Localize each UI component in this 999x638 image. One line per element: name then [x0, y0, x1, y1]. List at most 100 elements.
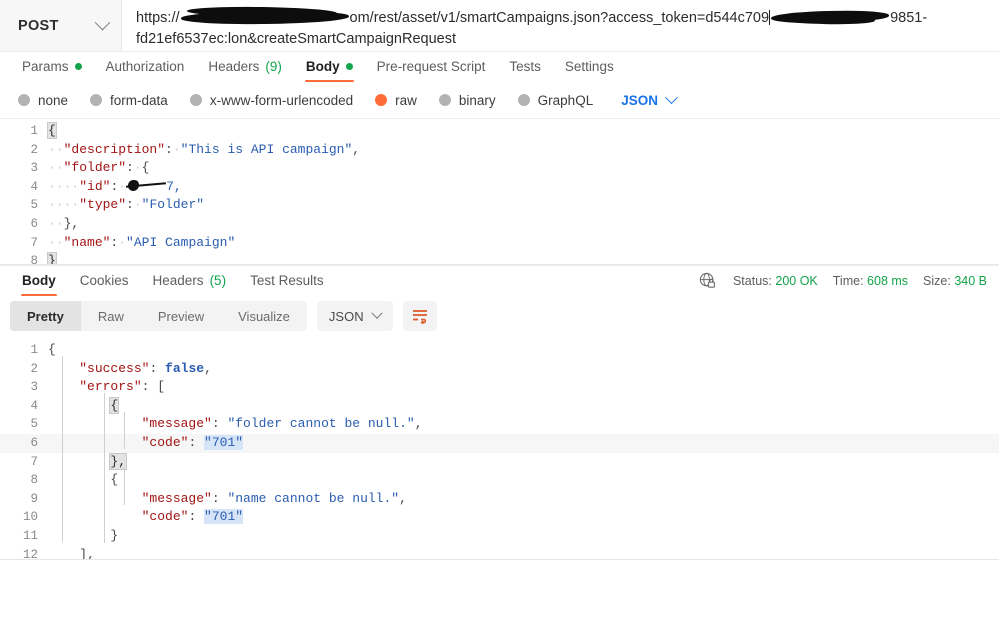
redaction-mark-folder-id [126, 179, 166, 192]
code-text: ··"name":·"API Campaign" [48, 234, 236, 250]
tab-pre-request-script[interactable]: Pre-request Script [365, 59, 498, 82]
code-text: ····"id":· 7, [48, 178, 182, 194]
tab-label: Tests [509, 59, 541, 74]
code-token: "message" [141, 490, 212, 506]
code-line: 7 }, [0, 452, 999, 472]
radio-icon [438, 94, 451, 106]
line-number: 4 [30, 398, 38, 413]
code-line: 2 ··"description":·"This is API campaign… [0, 141, 999, 160]
tab-label: Authorization [105, 59, 185, 74]
code-text: }, [48, 452, 999, 472]
code-token: 7, [166, 178, 182, 194]
url-input[interactable]: https:// om/rest/asset/v1/smartCampaigns.… [122, 0, 999, 51]
line-number: 10 [22, 510, 38, 525]
tab-tests[interactable]: Tests [497, 59, 553, 82]
view-pretty[interactable]: Pretty [10, 301, 81, 331]
response-body-editor[interactable]: 1 { 2 "success": false, 3 "errors": [ 4 … [0, 338, 999, 560]
indent-guide [124, 412, 125, 449]
line-number: 1 [30, 343, 38, 357]
code-token: ], [79, 546, 95, 560]
view-visualize[interactable]: Visualize [221, 301, 307, 331]
tab-body[interactable]: Body [294, 59, 365, 83]
request-tab-bar: Params Authorization Headers (9) Body Pr… [0, 52, 999, 83]
url-tail: 9851- [890, 10, 928, 26]
response-format-selector[interactable]: JSON [316, 301, 393, 331]
code-line: 6 "code": "701" [0, 433, 999, 453]
size-label: Size: [923, 273, 951, 288]
code-text: ], [48, 546, 999, 560]
view-raw[interactable]: Raw [81, 301, 141, 331]
body-type-form-data[interactable]: form-data [90, 93, 168, 108]
response-tab-body[interactable]: Body [10, 273, 68, 297]
code-text: "errors": [ [79, 379, 166, 395]
code-line: 3 "errors": [ [0, 378, 999, 397]
line-number: 9 [30, 491, 38, 506]
url-text: https:// om/rest/asset/v1/smartCampaigns.… [136, 8, 989, 50]
line-number: 7 [30, 235, 38, 250]
view-label: Raw [97, 308, 124, 324]
time-label: Time: [832, 273, 864, 288]
tab-authorization[interactable]: Authorization [94, 59, 197, 82]
tab-params[interactable]: Params [10, 59, 94, 82]
response-tab-test-results[interactable]: Test Results [238, 273, 336, 296]
radio-icon-selected [375, 94, 388, 106]
line-number: 7 [30, 454, 38, 469]
radio-icon [189, 94, 202, 106]
code-token: "API Campaign" [126, 234, 236, 250]
tab-headers[interactable]: Headers (9) [196, 59, 294, 82]
line-number: 6 [30, 216, 38, 231]
code-token: "701" [204, 434, 244, 450]
code-line: 4 { [0, 396, 999, 416]
code-text: "code": "701" [141, 509, 244, 525]
line-number: 5 [30, 198, 38, 213]
body-type-label: GraphQL [537, 92, 594, 108]
code-line: 9 "message": "name cannot be null.", [0, 490, 999, 509]
code-text: { [48, 341, 999, 360]
body-type-binary[interactable]: binary [438, 93, 496, 108]
tab-settings[interactable]: Settings [553, 59, 626, 82]
code-line: 3 ··"folder":·{ [0, 159, 999, 178]
code-token: "code" [141, 509, 189, 525]
globe-lock-icon[interactable] [699, 272, 716, 289]
time-value: 608 ms [867, 273, 909, 288]
code-token: }, [63, 215, 80, 231]
code-line: 1 { [0, 341, 999, 360]
tab-label: Settings [564, 59, 614, 74]
tab-label: Headers [152, 273, 204, 288]
tab-label: Test Results [250, 273, 324, 288]
status-dot-icon [74, 63, 82, 70]
code-line: 4 ····"id":· 7, [0, 178, 999, 197]
code-text: ··"folder":·{ [48, 160, 150, 176]
body-type-graphql[interactable]: GraphQL [517, 92, 594, 108]
body-type-none[interactable]: none [18, 93, 68, 108]
chevron-down-icon [94, 14, 111, 31]
response-tab-headers[interactable]: Headers (5) [141, 273, 239, 296]
view-preview[interactable]: Preview [141, 301, 221, 331]
body-type-raw[interactable]: raw [375, 93, 417, 108]
status-group: Status: 200 OK [733, 274, 818, 288]
code-text: { [48, 471, 999, 490]
redaction-mark-token [770, 9, 890, 25]
line-number: 1 [30, 124, 38, 138]
tab-label: Cookies [79, 273, 129, 288]
code-token: { [48, 342, 56, 357]
body-type-urlencoded[interactable]: x-www-form-urlencoded [189, 93, 353, 108]
code-token: "description" [63, 141, 166, 157]
response-tab-cookies[interactable]: Cookies [68, 273, 141, 296]
line-number: 5 [30, 417, 38, 432]
line-number: 8 [30, 254, 38, 265]
indent-guide [124, 468, 125, 505]
wrap-lines-button[interactable] [402, 301, 437, 331]
code-line: 6 ··}, [0, 215, 999, 234]
code-text: "message": "name cannot be null.", [141, 490, 407, 506]
http-method-selector[interactable]: POST [0, 0, 122, 51]
radio-icon [18, 94, 30, 106]
request-format-selector[interactable]: JSON [621, 90, 678, 108]
view-label: Visualize [238, 308, 290, 324]
response-view-segmented: Pretty Raw Preview Visualize [10, 301, 307, 331]
code-token: } [110, 527, 119, 543]
status-dot-icon [345, 63, 353, 70]
request-body-editor[interactable]: 1 { 2 ··"description":·"This is API camp… [0, 118, 999, 265]
url-mid: om/rest/asset/v1/smartCampaigns.json?acc… [349, 10, 770, 26]
code-token: "type" [79, 197, 127, 213]
